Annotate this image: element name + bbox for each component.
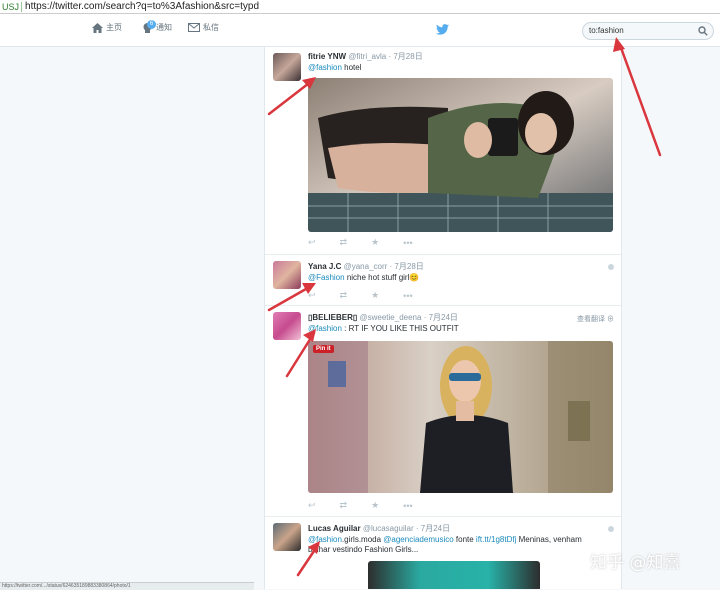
favorite-star-icon[interactable]: ★	[371, 237, 379, 248]
twitter-bird-icon[interactable]	[436, 24, 449, 35]
photo-image	[308, 78, 613, 232]
browser-address-bar[interactable]: USJ https://twitter.com/search?q=to%3Afa…	[0, 0, 720, 14]
search-icon[interactable]	[698, 26, 708, 36]
nav-messages-label: 私信	[203, 23, 219, 32]
tweet-2[interactable]: Yana J.C @yana_corr · 7月28日 @Fashion nic…	[265, 254, 621, 306]
tweet-photo[interactable]	[308, 78, 613, 232]
favorite-star-icon[interactable]: ★	[371, 290, 379, 301]
avatar[interactable]	[273, 523, 301, 551]
reply-icon[interactable]: ↩	[308, 237, 316, 248]
url-text[interactable]: https://twitter.com/search?q=to%3Afashio…	[25, 1, 259, 12]
tweet-author-name[interactable]: fitrie YNW	[308, 52, 346, 61]
tweet-stream: fitrie YNW @fitri_avla · 7月28日 @fashion …	[264, 47, 622, 589]
tweet-author-handle[interactable]: @lucasaguilar	[363, 524, 414, 533]
tweet-actions: ↩ ⇄ ★ •••	[308, 237, 437, 248]
annotation-arrow	[618, 43, 662, 157]
tweet-mention[interactable]: @fashion	[308, 535, 342, 544]
tweet-body: hotel	[341, 63, 362, 72]
avatar[interactable]	[273, 53, 301, 81]
nav-home[interactable]: 主页	[92, 22, 122, 33]
tweet-author-name[interactable]: Lucas Aguilar	[308, 524, 361, 533]
search-input[interactable]	[589, 26, 689, 35]
nav-notifications-label: 通知	[156, 23, 172, 32]
tweet-mention-2[interactable]: @agenciademusico	[383, 535, 453, 544]
envelope-icon	[188, 23, 200, 32]
tweet-text: @Fashion niche hot stuff girl😊	[308, 273, 419, 282]
tweet-header: ▯BELIEBER▯ @sweetie_deena · 7月24日	[308, 313, 458, 322]
tweet-body-b: fonte	[453, 535, 476, 544]
tweet-author-name[interactable]: Yana J.C	[308, 262, 341, 271]
retweet-icon[interactable]: ⇄	[340, 237, 348, 248]
nav-home-label: 主页	[106, 23, 122, 32]
tweet-author-handle[interactable]: @fitri_avla	[348, 52, 386, 61]
tweet-author-name[interactable]: ▯BELIEBER▯	[308, 313, 357, 322]
tweet-body: niche hot stuff girl😊	[344, 273, 420, 282]
tweet-status-dot	[608, 264, 614, 270]
avatar[interactable]	[273, 261, 301, 289]
home-icon	[92, 22, 103, 33]
tweet-4[interactable]: Lucas Aguilar @lucasaguilar · 7月24日 @fas…	[265, 516, 621, 589]
tweet-header: fitrie YNW @fitri_avla · 7月28日	[308, 52, 423, 61]
tweet-link[interactable]: ift.tt/1g8tDfj	[476, 535, 516, 544]
tweet-header: Lucas Aguilar @lucasaguilar · 7月24日	[308, 524, 451, 533]
notifications-badge: 6	[147, 20, 156, 29]
more-icon[interactable]: •••	[403, 501, 412, 511]
tweet-text-line2: brilhar vestindo Fashion Girls...	[308, 545, 419, 554]
tweet-3[interactable]: 查看翻译 ⊕ ▯BELIEBER▯ @sweetie_deena · 7月24日…	[265, 305, 621, 517]
tweet-mention[interactable]: @fashion	[308, 324, 342, 333]
tweet-photo[interactable]: Pin it	[308, 341, 613, 493]
tweet-actions: ↩ ⇄ ★ •••	[308, 500, 437, 511]
tweet-text: @fashion hotel	[308, 63, 362, 72]
favorite-star-icon[interactable]: ★	[371, 500, 379, 511]
retweet-icon[interactable]: ⇄	[340, 500, 348, 511]
avatar[interactable]	[273, 312, 301, 340]
retweet-icon[interactable]: ⇄	[340, 290, 348, 301]
reply-icon[interactable]: ↩	[308, 500, 316, 511]
more-icon[interactable]: •••	[403, 238, 412, 248]
security-label: USJ	[0, 1, 23, 12]
tweet-status-dot	[608, 526, 614, 532]
more-icon[interactable]: •••	[403, 291, 412, 301]
tweet-time[interactable]: 7月24日	[429, 313, 458, 322]
tweet-time[interactable]: 7月24日	[421, 524, 450, 533]
nav-messages[interactable]: 私信	[188, 22, 219, 33]
search-box[interactable]	[582, 22, 714, 40]
tweet-time[interactable]: 7月28日	[393, 52, 422, 61]
photo-image	[308, 341, 613, 493]
watermark: 知乎 @知熹	[590, 553, 681, 573]
tweet-author-handle[interactable]: @sweetie_deena	[360, 313, 422, 322]
tweet-body: : RT IF YOU LIKE THIS OUTFIT	[341, 324, 459, 333]
tweet-text: @fashion.girls.moda @agenciademusico fon…	[308, 535, 582, 544]
tweet-author-handle[interactable]: @yana_corr	[344, 262, 388, 271]
tweet-body-c: Meninas, venham	[516, 535, 582, 544]
translate-link[interactable]: 查看翻译 ⊕	[577, 314, 614, 324]
reply-icon[interactable]: ↩	[308, 290, 316, 301]
translate-label: 查看翻译	[577, 316, 606, 323]
tweet-1[interactable]: fitrie YNW @fitri_avla · 7月28日 @fashion …	[265, 47, 621, 255]
tweet-actions: ↩ ⇄ ★ •••	[308, 290, 437, 301]
pin-it-button[interactable]: Pin it	[313, 345, 334, 353]
tweet-photo[interactable]	[368, 561, 540, 589]
tweet-text: @fashion : RT IF YOU LIKE THIS OUTFIT	[308, 324, 459, 333]
tweet-mention[interactable]: @Fashion	[308, 273, 345, 282]
tweet-time[interactable]: 7月28日	[394, 262, 423, 271]
tweet-header: Yana J.C @yana_corr · 7月28日	[308, 262, 424, 271]
tweet-body: .girls.moda	[341, 535, 384, 544]
tweet-mention[interactable]: @fashion	[308, 63, 342, 72]
